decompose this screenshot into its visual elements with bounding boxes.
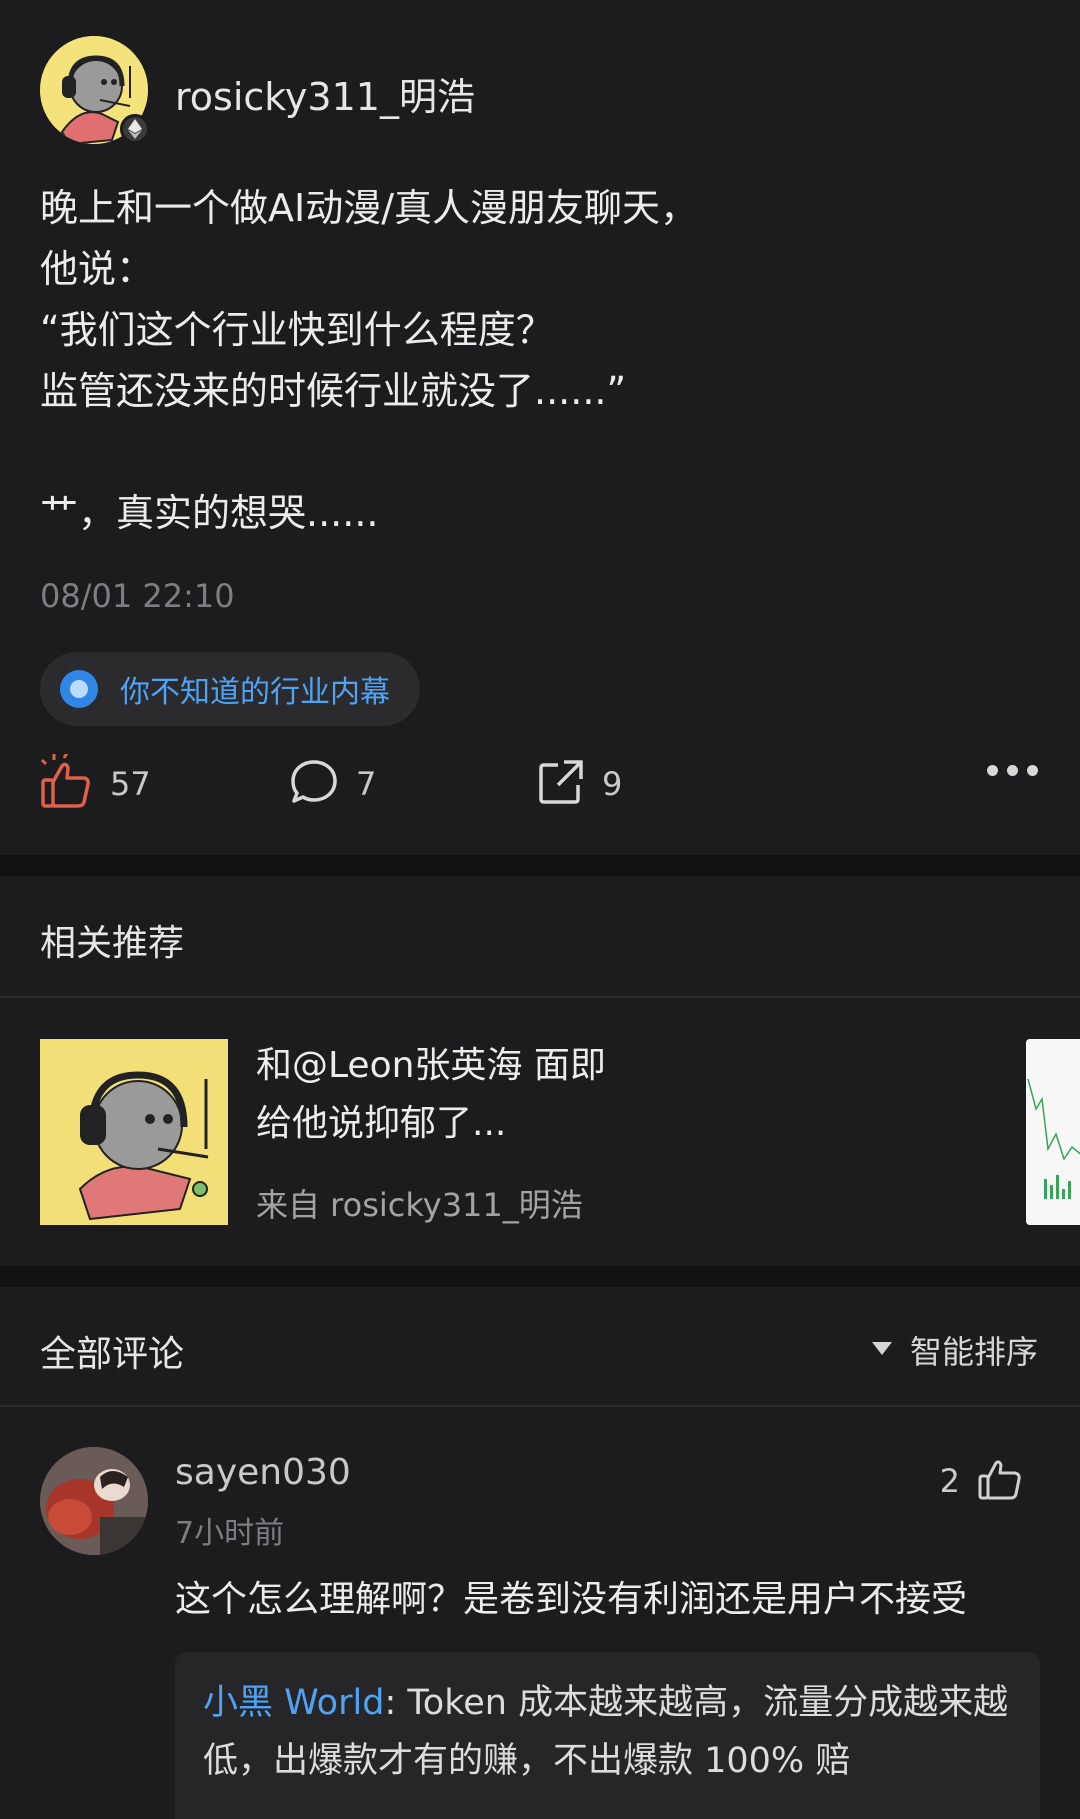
divider (0, 1405, 1080, 1407)
related-thumbnail[interactable] (40, 1039, 228, 1225)
comment-count: 7 (356, 765, 377, 803)
related-title: 相关推荐 (40, 923, 185, 964)
commenter-name[interactable]: sayen030 (175, 1452, 351, 1493)
share-icon (538, 759, 584, 809)
post-timestamp: 08/01 22:10 (40, 577, 235, 615)
comment-like-button[interactable]: 2 (940, 1458, 1022, 1504)
sort-dropdown[interactable]: 智能排序 (871, 1327, 1038, 1373)
comments-title: 全部评论 (40, 1334, 185, 1375)
topic-tag[interactable]: 你不知道的行业内幕 (40, 652, 420, 726)
reply-separator: : (384, 1683, 408, 1723)
section-separator (0, 1266, 1080, 1287)
like-count: 57 (110, 765, 151, 803)
thumbs-up-icon (40, 752, 92, 814)
related-next-thumbnail[interactable] (1026, 1039, 1080, 1225)
comment-time: 7小时前 (175, 1516, 285, 1551)
author-avatar[interactable] (40, 36, 150, 144)
topic-label: 你不知道的行业内幕 (120, 675, 390, 710)
comment-text: 这个怎么理解啊？是卷到没有利润还是用户不接受 (175, 1579, 968, 1620)
reply-preview[interactable]: 小黑 World: Token 成本越来越高，流量分成越来越低，出爆款才有的赚，… (175, 1652, 1040, 1819)
share-button[interactable]: 9 (538, 752, 622, 816)
commenter-avatar[interactable] (40, 1447, 148, 1555)
comment-bubble-icon (290, 758, 338, 810)
ethereum-icon (120, 114, 150, 144)
topic-icon (60, 670, 98, 708)
comment-button[interactable]: 7 (290, 752, 376, 816)
thumbs-up-icon (978, 1458, 1022, 1504)
sort-label: 智能排序 (909, 1333, 1038, 1371)
post-body: 晚上和一个做AI动漫/真人漫朋友聊天， 他说： “我们这个行业快到什么程度？ 监… (40, 186, 699, 535)
related-item-source: 来自 rosicky311_明浩 (256, 1186, 583, 1224)
share-count: 9 (602, 765, 623, 803)
author-name[interactable]: rosicky311_明浩 (175, 66, 475, 121)
like-button[interactable]: 57 (40, 752, 151, 816)
reply-user[interactable]: 小黑 World (203, 1683, 384, 1723)
divider (0, 996, 1080, 998)
related-item-title[interactable]: 和@Leon张英海 面即 给他说抑郁了... (256, 1037, 676, 1153)
caret-down-icon (871, 1341, 892, 1360)
more-icon[interactable] (987, 765, 1038, 776)
comment-like-count: 2 (939, 1462, 960, 1500)
section-separator (0, 855, 1080, 876)
